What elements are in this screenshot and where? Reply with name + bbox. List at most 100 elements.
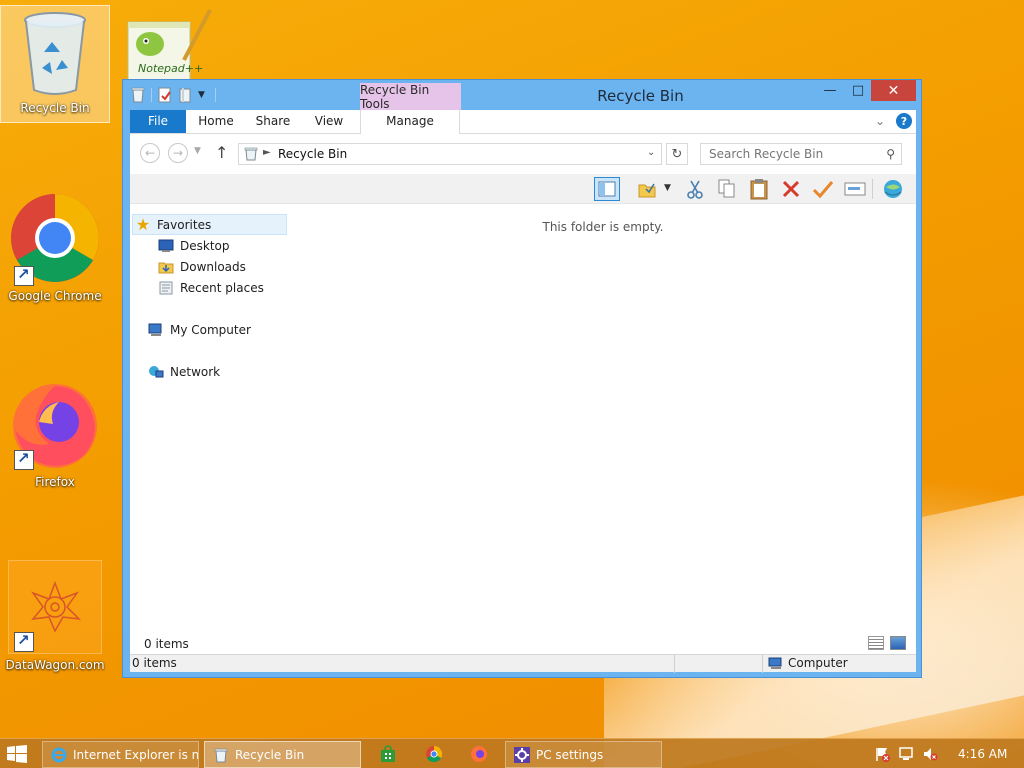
nav-item-my-computer[interactable]: My Computer — [148, 319, 251, 340]
windows-start-icon[interactable] — [6, 744, 28, 764]
help-icon[interactable]: ? — [896, 113, 912, 129]
file-list-area[interactable]: This folder is empty. — [290, 204, 916, 624]
firefox-icon[interactable] — [469, 744, 489, 764]
volume-muted-icon[interactable] — [922, 746, 938, 762]
nav-item-label: Downloads — [180, 259, 246, 274]
taskbar-item-pc-settings[interactable]: PC settings — [505, 741, 662, 768]
minimize-button[interactable]: — — [817, 80, 843, 101]
gear-icon — [514, 746, 530, 763]
tab-share[interactable]: Share — [250, 110, 296, 133]
search-box[interactable]: ⚲ — [700, 143, 902, 165]
nav-item-network[interactable]: Network — [148, 361, 220, 382]
nav-item-recent-places[interactable]: Recent places — [158, 277, 264, 298]
copy-icon — [718, 179, 735, 198]
ribbon-tab-bar: File Home Share View Manage ⌄ ? — [130, 110, 916, 134]
status-location-label: Computer — [788, 656, 848, 670]
empty-folder-message: This folder is empty. — [542, 220, 664, 234]
command-toolbar: ▼ — [130, 174, 916, 204]
recycle-bin-small-icon[interactable] — [131, 87, 145, 103]
new-folder-icon[interactable] — [178, 87, 192, 103]
desktop-icon-datawagon[interactable]: DataWagon.com — [5, 560, 105, 672]
desktop-icon-notepad-plus-plus[interactable]: Notepad++ — [124, 8, 216, 85]
taskbar-item-recycle-bin[interactable]: Recycle Bin — [204, 741, 361, 768]
desktop-icon-label: Google Chrome — [8, 289, 102, 303]
delete-button[interactable] — [778, 177, 804, 201]
datawagon-logo-icon — [30, 580, 82, 633]
notepad-plus-plus-icon: Notepad++ — [127, 9, 212, 85]
nav-item-label: Network — [170, 364, 221, 379]
window-title: Recycle Bin — [597, 87, 684, 105]
chrome-icon[interactable] — [424, 744, 444, 764]
tab-home[interactable]: Home — [194, 110, 238, 133]
svg-text:Notepad++: Notepad++ — [138, 62, 203, 75]
maximize-button[interactable]: □ — [845, 80, 871, 101]
preview-pane-button[interactable] — [594, 177, 620, 201]
downloads-folder-icon — [158, 262, 174, 273]
nav-item-label: My Computer — [170, 322, 251, 337]
network-icon — [149, 365, 164, 377]
recent-locations-chevron-icon[interactable]: ▼ — [194, 146, 201, 156]
system-clock[interactable]: 4:16 AM — [958, 747, 1007, 761]
checkmark-icon — [812, 181, 834, 199]
recycle-bin-icon — [24, 12, 86, 95]
recycle-bin-small-icon — [214, 748, 228, 762]
search-icon[interactable]: ⚲ — [886, 147, 895, 161]
desktop-icon-google-chrome[interactable]: Google Chrome — [5, 192, 105, 303]
folder-options-dropdown-icon[interactable]: ▼ — [664, 183, 671, 193]
desktop-icon-recycle-bin[interactable]: Recycle Bin — [0, 5, 110, 123]
pane-layout-icon — [598, 181, 616, 197]
customize-qat-chevron-icon[interactable]: ▼ — [198, 90, 205, 100]
tab-manage[interactable]: Manage — [360, 110, 460, 134]
desktop-icon-firefox[interactable]: Firefox — [5, 378, 105, 489]
paste-button[interactable] — [746, 177, 772, 201]
details-view-icon[interactable] — [868, 636, 884, 650]
status-bar: 0 items Computer — [130, 654, 916, 673]
title-bar[interactable]: ▼ Recycle Bin Tools Recycle Bin — □ ✕ — [123, 80, 921, 111]
shortcut-arrow-icon — [14, 631, 34, 652]
desktop-icon-label: Recycle Bin — [20, 101, 90, 115]
nav-item-desktop[interactable]: Desktop — [158, 235, 230, 256]
restore-button[interactable] — [810, 177, 836, 201]
nav-item-label: Desktop — [180, 238, 230, 253]
internet-explorer-button[interactable] — [880, 177, 906, 201]
large-icons-view-icon[interactable] — [890, 636, 906, 650]
network-status-icon[interactable] — [898, 746, 914, 762]
tab-view[interactable]: View — [308, 110, 350, 133]
status-location: Computer — [768, 656, 848, 670]
address-bar[interactable]: ► Recycle Bin ⌄ — [238, 143, 662, 165]
action-center-flag-icon[interactable] — [874, 746, 890, 762]
expand-ribbon-chevron-icon[interactable]: ⌄ — [875, 114, 885, 128]
navigation-pane: ★ Favorites Desktop Downloads Recent pla… — [130, 204, 290, 624]
breadcrumb-separator-icon[interactable]: ► — [263, 147, 271, 158]
nav-favorites[interactable]: ★ Favorites — [132, 214, 287, 235]
properties-icon[interactable] — [158, 87, 172, 103]
copy-button[interactable] — [714, 177, 740, 201]
scissors-icon — [687, 180, 703, 199]
nav-item-label: Recent places — [180, 280, 264, 295]
explorer-window: ▼ Recycle Bin Tools Recycle Bin — □ ✕ Fi… — [122, 79, 922, 678]
breadcrumb-recycle-bin[interactable]: Recycle Bin — [278, 147, 347, 161]
rename-button[interactable] — [842, 177, 868, 201]
star-icon: ★ — [135, 215, 151, 234]
quick-access-toolbar: ▼ — [131, 87, 216, 103]
nav-item-downloads[interactable]: Downloads — [158, 256, 246, 277]
taskbar-item-internet-explorer[interactable]: Internet Explorer is n... — [42, 741, 199, 768]
folder-options-button[interactable] — [634, 177, 660, 201]
search-input[interactable] — [701, 144, 871, 164]
back-button[interactable]: ← — [140, 143, 160, 163]
clipboard-icon — [750, 179, 768, 200]
close-button[interactable]: ✕ — [871, 80, 916, 101]
forward-button[interactable]: → — [168, 143, 188, 163]
address-dropdown-icon[interactable]: ⌄ — [647, 147, 655, 158]
store-icon[interactable] — [378, 744, 398, 764]
globe-icon — [884, 180, 902, 198]
refresh-button[interactable]: ↻ — [666, 143, 688, 165]
cut-button[interactable] — [682, 177, 708, 201]
shortcut-arrow-icon — [14, 449, 34, 470]
tab-file[interactable]: File — [130, 110, 186, 133]
up-button[interactable]: ↑ — [215, 143, 228, 162]
details-bar: 0 items — [130, 634, 916, 654]
taskbar-item-label: Recycle Bin — [235, 747, 305, 762]
item-count: 0 items — [144, 637, 189, 651]
taskbar-item-label: Internet Explorer is n... — [73, 747, 199, 762]
